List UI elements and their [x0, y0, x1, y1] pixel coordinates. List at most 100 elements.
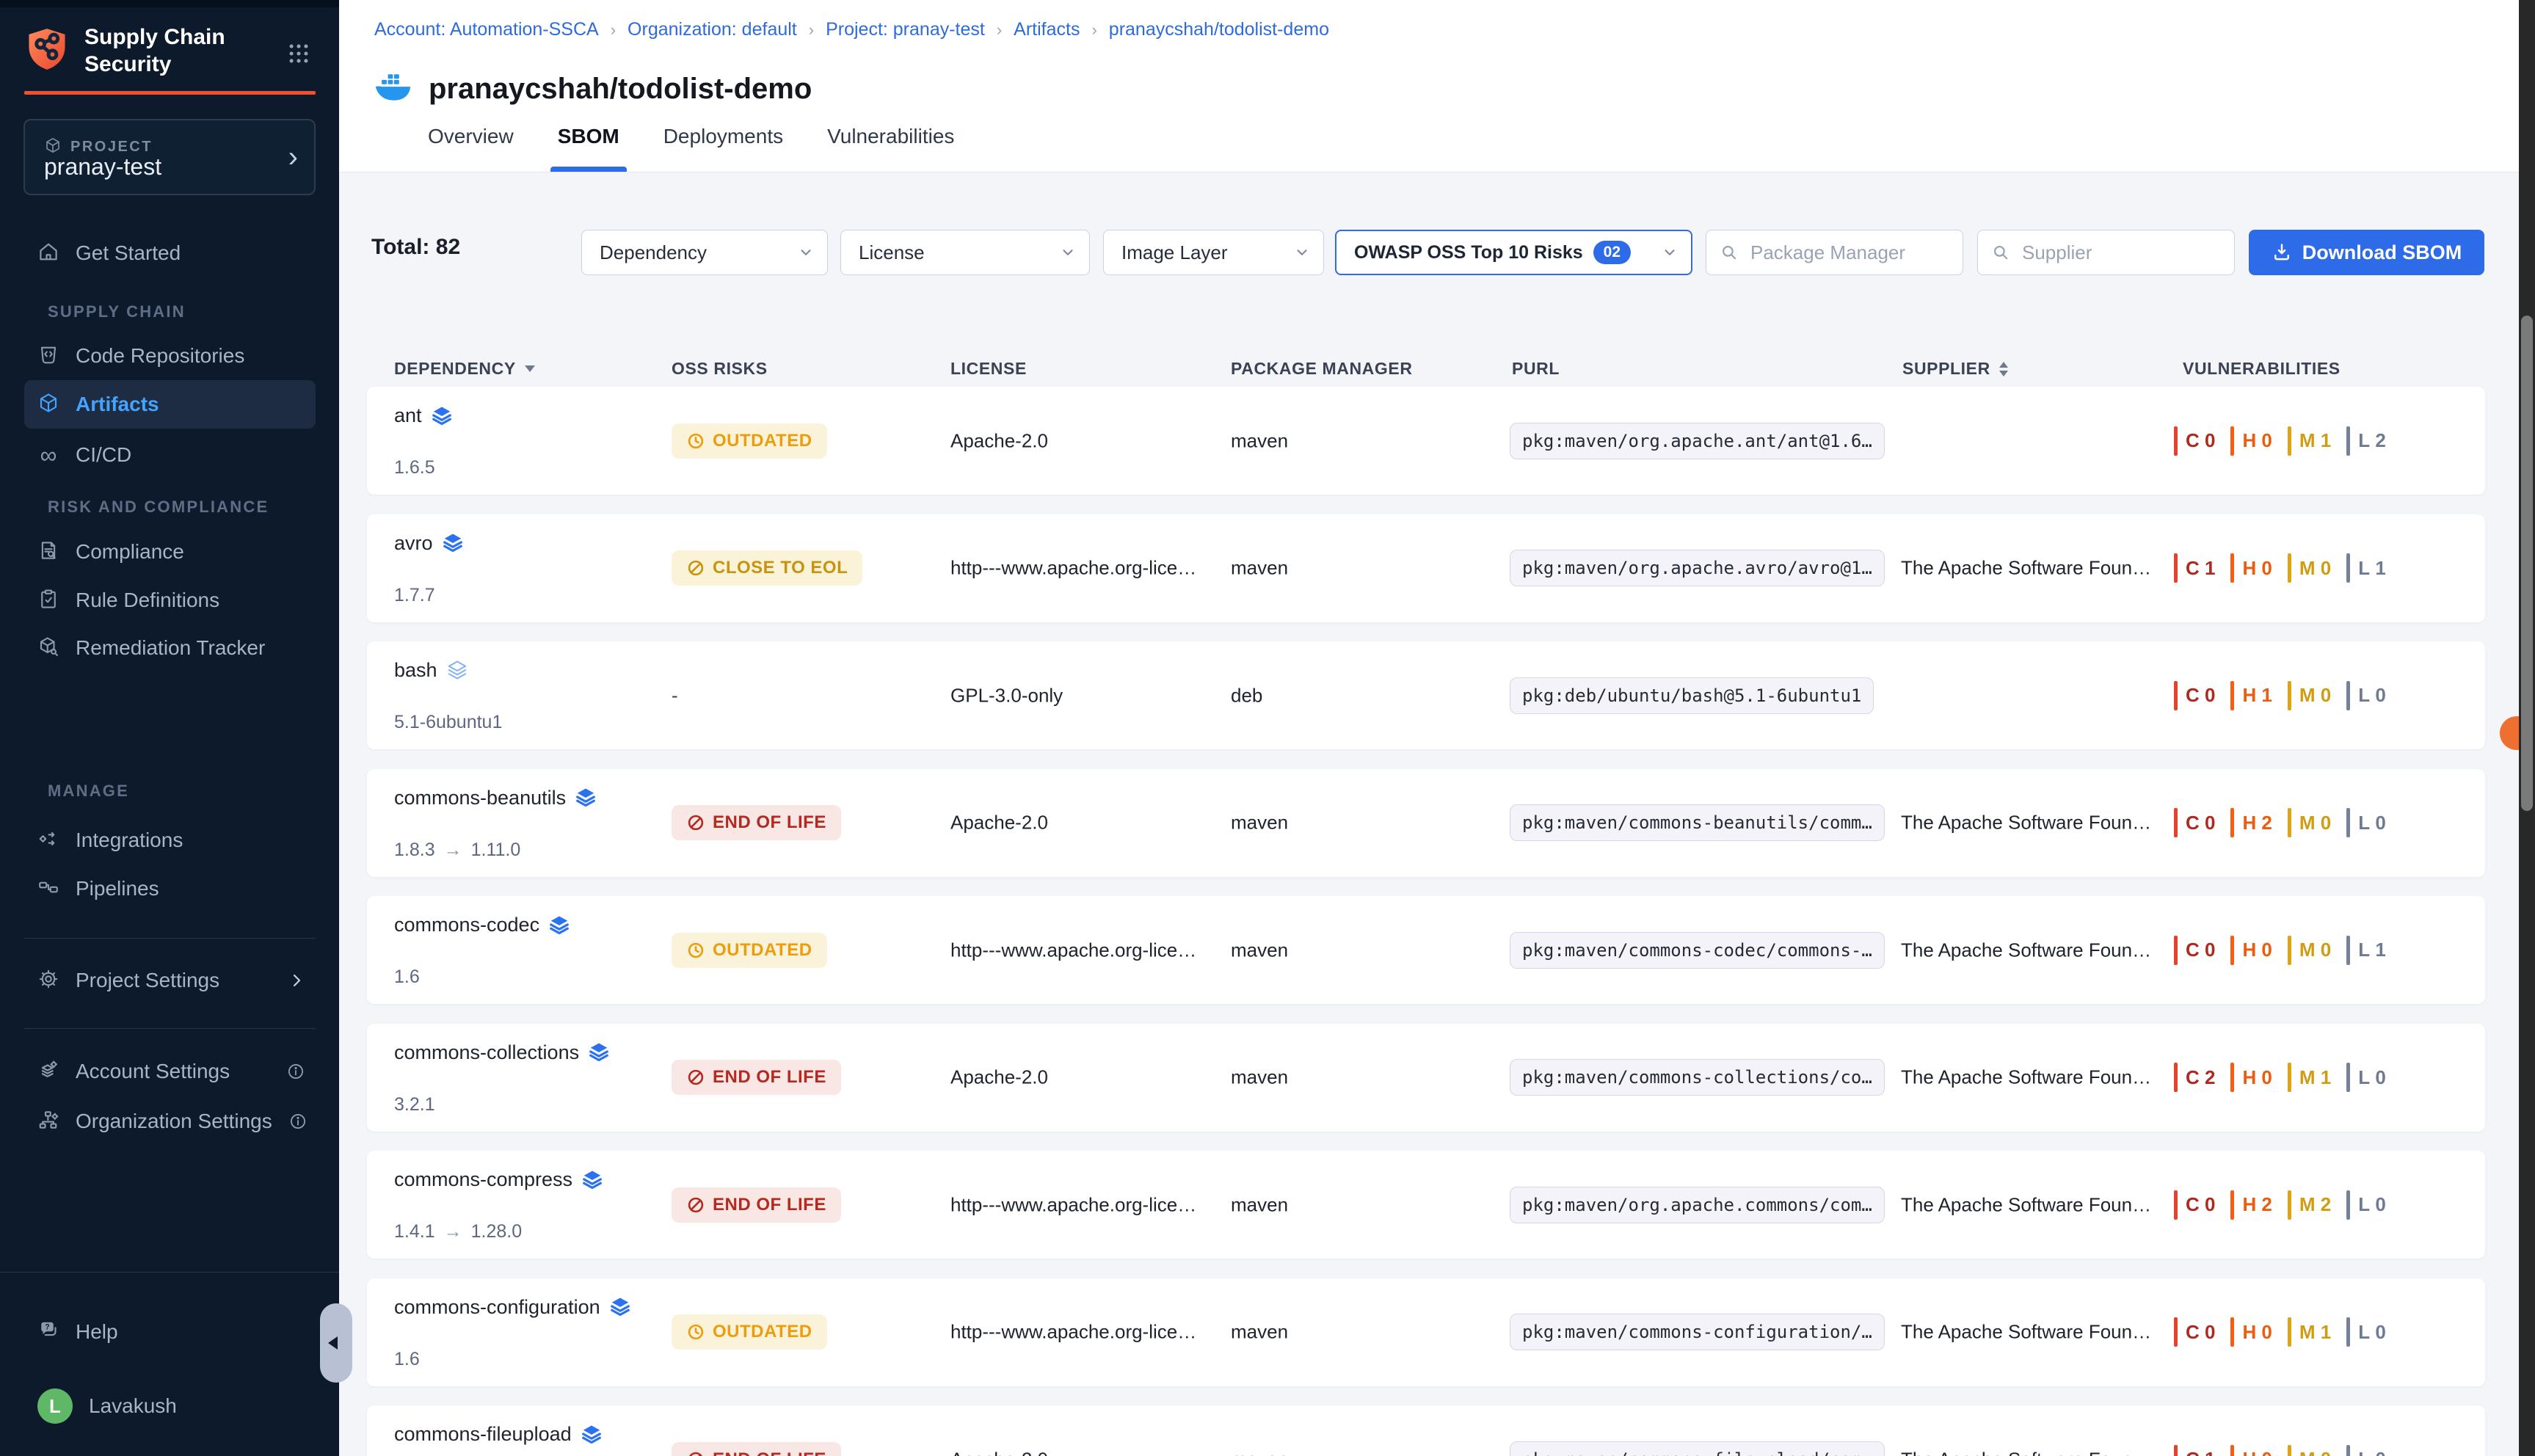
tab-vulnerabilities[interactable]: Vulnerabilities: [823, 101, 959, 172]
purl-cell: pkg:maven/commons-beanutils/comm…: [1510, 804, 1885, 841]
info-icon[interactable]: [288, 1112, 308, 1131]
vuln-c-count: C 0: [2174, 426, 2216, 456]
vuln-c-count: C 0: [2174, 1317, 2216, 1347]
project-selector[interactable]: PROJECT pranay-test ›: [23, 119, 316, 195]
vuln-m-count: M 1: [2288, 426, 2332, 456]
sidebar-item-compliance[interactable]: Compliance: [24, 528, 316, 575]
sidebar-item-account-settings[interactable]: Account Settings: [24, 1048, 316, 1095]
chevron-down-icon: [1662, 244, 1678, 261]
breadcrumb-artifacts[interactable]: Artifacts: [1014, 19, 1080, 40]
upgrade-arrow-icon: →: [444, 840, 462, 861]
sidebar-item-cicd[interactable]: ∞ CI/CD: [24, 432, 316, 478]
column-supplier[interactable]: SUPPLIER: [1902, 359, 2008, 379]
oss-risk-cell: OUTDATED: [672, 1314, 827, 1350]
scrollbar-thumb[interactable]: [2521, 316, 2533, 811]
table-row[interactable]: commons-configuration 1.6 OUTDATED http-…: [367, 1278, 2485, 1386]
vuln-c-count: C 0: [2174, 681, 2216, 710]
breadcrumb-organization[interactable]: Organization: default: [628, 19, 797, 40]
purl-value[interactable]: pkg:maven/commons-configuration/…: [1510, 1314, 1885, 1350]
layers-icon: [548, 914, 570, 936]
sidebar-item-artifacts[interactable]: Artifacts: [24, 380, 316, 429]
vuln-h-count: H 0: [2230, 936, 2272, 965]
vuln-l-count: L 0: [2346, 808, 2387, 837]
sort-both-icon: [1999, 362, 2008, 376]
filter-license[interactable]: License: [840, 230, 1090, 275]
clock-icon: [686, 432, 705, 451]
sidebar-divider: [24, 1028, 316, 1029]
sidebar: Supply Chain Security PROJECT pranay-tes…: [0, 0, 339, 1456]
table-row[interactable]: commons-fileupload END OF LIFE Apache-2.…: [367, 1405, 2485, 1456]
table-row[interactable]: ant 1.6.5 OUTDATED Apache-2.0 maven pkg:…: [367, 387, 2485, 495]
column-purl: PURL: [1512, 359, 1560, 379]
purl-cell: pkg:maven/org.apache.ant/ant@1.6…: [1510, 423, 1885, 459]
tab-deployments[interactable]: Deployments: [659, 101, 788, 172]
sidebar-item-integrations[interactable]: Integrations: [24, 817, 316, 864]
sidebar-item-label: Artifacts: [76, 393, 159, 416]
package-manager-search: [1706, 230, 1963, 275]
tab-sbom[interactable]: SBOM: [553, 101, 624, 172]
sidebar-item-remediation-tracker[interactable]: Remediation Tracker: [24, 625, 316, 671]
sidebar-item-code-repositories[interactable]: Code Repositories: [24, 332, 316, 379]
sidebar-item-get-started[interactable]: Get Started: [24, 230, 316, 277]
dependency-version: 5.1-6ubuntu1: [394, 712, 502, 733]
filter-image-layer[interactable]: Image Layer: [1103, 230, 1324, 275]
download-sbom-button[interactable]: Download SBOM: [2249, 230, 2484, 275]
column-dependency[interactable]: DEPENDENCY: [394, 359, 535, 379]
table-row[interactable]: avro 1.7.7 CLOSE TO EOL http---www.apach…: [367, 514, 2485, 622]
sidebar-item-project-settings[interactable]: Project Settings: [24, 957, 316, 1004]
vuln-h-count: H 0: [2230, 1317, 2272, 1347]
package-manager-input[interactable]: [1749, 241, 1941, 265]
dependency-name: commons-configuration: [394, 1296, 600, 1319]
download-icon: [2272, 242, 2292, 263]
layers-icon: [588, 1041, 610, 1063]
purl-value[interactable]: pkg:maven/commons-collections/co…: [1510, 1059, 1885, 1096]
table-row[interactable]: commons-compress 1.4.1 → 1.28.0 END OF L…: [367, 1151, 2485, 1259]
purl-value[interactable]: pkg:maven/commons-fileupload/com…: [1510, 1441, 1885, 1456]
oss-risk-cell: END OF LIFE: [672, 1060, 841, 1095]
app-grid-icon[interactable]: [286, 41, 311, 70]
chevron-right-icon: [288, 972, 305, 989]
table-row[interactable]: bash 5.1-6ubuntu1 - GPL-3.0-only deb pkg…: [367, 641, 2485, 749]
sidebar-item-organization-settings[interactable]: Organization Settings: [24, 1098, 316, 1145]
license-value: Apache-2.0: [950, 1448, 1048, 1456]
package-manager-value: maven: [1231, 1066, 1288, 1089]
breadcrumb-current[interactable]: pranaycshah/todolist-demo: [1109, 19, 1329, 40]
filter-label: License: [841, 241, 925, 264]
package-manager-value: maven: [1231, 1321, 1288, 1344]
breadcrumb-account[interactable]: Account: Automation-SSCA: [374, 19, 599, 40]
home-icon: [37, 241, 59, 266]
filter-dependency[interactable]: Dependency: [581, 230, 828, 275]
filter-label: Dependency: [582, 241, 707, 264]
supplier-value: The Apache Software Foun…: [1901, 1321, 2151, 1344]
tab-overview[interactable]: Overview: [423, 101, 518, 172]
table-row[interactable]: commons-beanutils 1.8.3 → 1.11.0 END OF …: [367, 769, 2485, 877]
purl-value[interactable]: pkg:maven/commons-beanutils/comm…: [1510, 804, 1885, 841]
purl-value[interactable]: pkg:maven/org.apache.avro/avro@1…: [1510, 550, 1885, 586]
supplier-input[interactable]: [2021, 241, 2213, 265]
infinity-icon: ∞: [37, 444, 59, 466]
sidebar-item-rule-definitions[interactable]: Rule Definitions: [24, 577, 316, 624]
clock-icon: [686, 1322, 705, 1342]
app-logo[interactable]: Supply Chain Security: [24, 23, 225, 78]
table-row[interactable]: commons-collections 3.2.1 END OF LIFE Ap…: [367, 1024, 2485, 1132]
sidebar-item-help[interactable]: ? Help: [24, 1308, 316, 1355]
page-scrollbar[interactable]: [2519, 0, 2535, 1456]
vuln-l-count: L 1: [2346, 553, 2387, 583]
purl-cell: pkg:maven/org.apache.avro/avro@1…: [1510, 550, 1885, 586]
purl-value[interactable]: pkg:maven/commons-codec/commons-…: [1510, 932, 1885, 969]
info-icon[interactable]: [286, 1062, 305, 1081]
filter-owasp-oss-top10[interactable]: OWASP OSS Top 10 Risks 02: [1335, 230, 1692, 275]
sidebar-divider: [24, 938, 316, 939]
table-row[interactable]: commons-codec 1.6 OUTDATED http---www.ap…: [367, 896, 2485, 1004]
purl-value[interactable]: pkg:maven/org.apache.ant/ant@1.6…: [1510, 423, 1885, 459]
package-manager-value: maven: [1231, 812, 1288, 834]
purl-value[interactable]: pkg:maven/org.apache.commons/com…: [1510, 1187, 1885, 1223]
column-license: LICENSE: [950, 359, 1027, 379]
sidebar-collapse-handle[interactable]: [320, 1303, 352, 1383]
svg-text:?: ?: [45, 1322, 49, 1331]
breadcrumb-project[interactable]: Project: pranay-test: [826, 19, 985, 40]
purl-value[interactable]: pkg:deb/ubuntu/bash@5.1-6ubuntu1: [1510, 677, 1874, 714]
user-menu[interactable]: L Lavakush: [24, 1383, 316, 1430]
sidebar-item-pipelines[interactable]: Pipelines: [24, 865, 316, 912]
dependency-name: bash: [394, 659, 437, 682]
